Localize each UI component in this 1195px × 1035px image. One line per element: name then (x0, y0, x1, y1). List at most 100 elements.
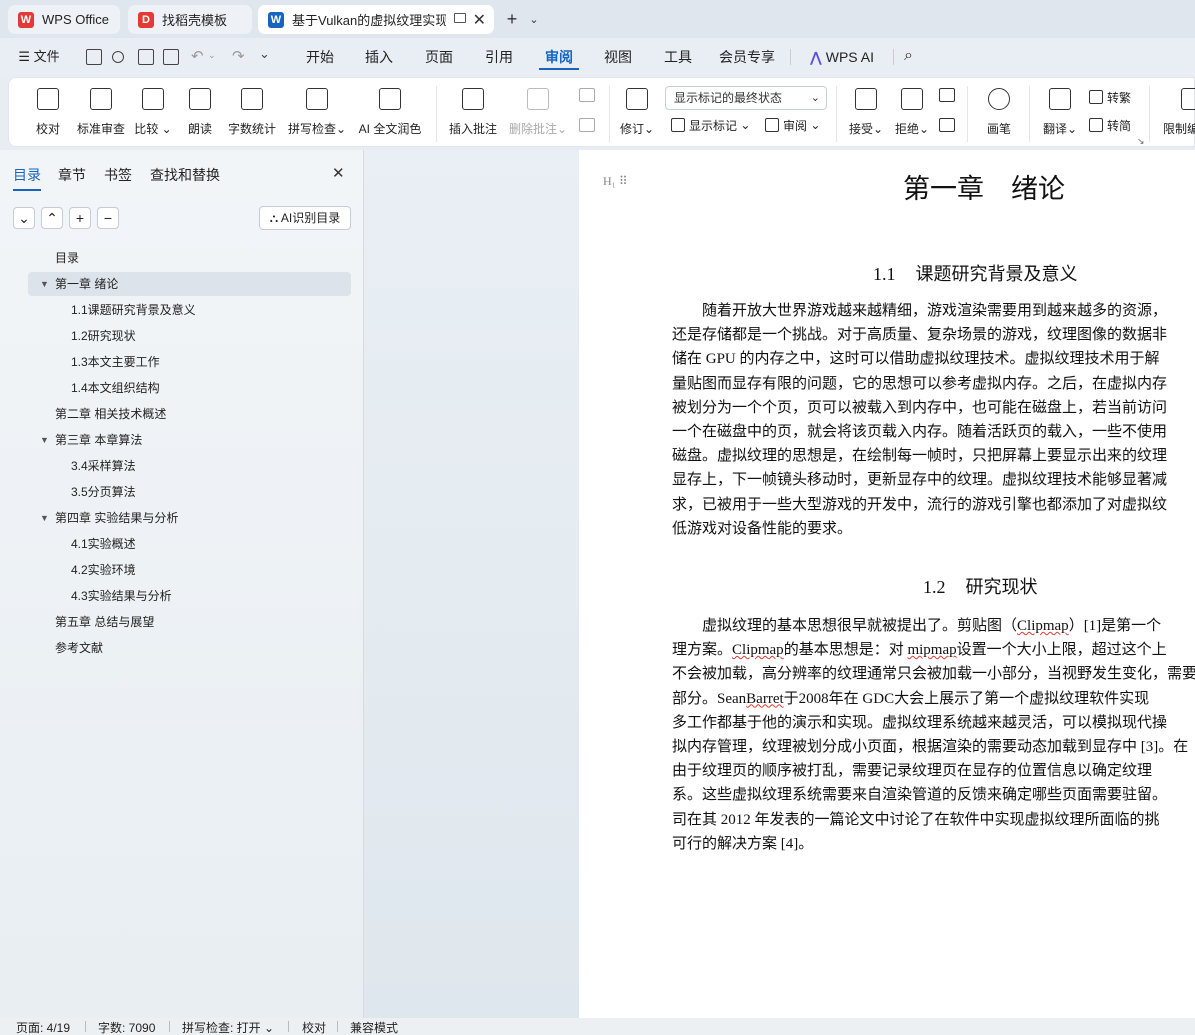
text-line: 由于纹理页的顺序被打乱，需要记录纹理页在显存的位置信息以确定纹理 (672, 759, 1195, 783)
next-change-icon[interactable] (939, 118, 955, 132)
close-pane-icon[interactable]: ✕ (332, 164, 345, 182)
toc-item[interactable]: 1.3本文主要工作 (28, 350, 351, 374)
reject-button[interactable]: 拒绝⌄ (893, 78, 931, 148)
text-line: 量贴图而显存有限的问题，它的思想可以参考虚拟内存。之后，在虚拟内存 (672, 375, 1168, 392)
tab-bar: W WPS Office D 找稻壳模板 W 基于Vulkan的虚拟纹理实现 ✕… (0, 0, 1195, 38)
menu-wps-ai[interactable]: ⋀ WPS AI (804, 38, 880, 76)
toc-item[interactable]: ▼ 第三章 本章算法 (28, 428, 351, 452)
ai-toc-label: AI识别目录 (280, 211, 341, 225)
expand-triangle-icon[interactable]: ▼ (40, 428, 49, 452)
word-count-indicator[interactable]: 字数: 7090 (98, 1019, 155, 1035)
close-tab-icon[interactable]: ✕ (473, 10, 486, 30)
new-tab-button[interactable]: + (502, 9, 522, 29)
to-simplified-button[interactable]: 转简 (1089, 115, 1131, 135)
text-segment: 不会被加载，高分辨率的纹理通常只会被加载一小部分，当视野发生变化，需要 (672, 666, 1195, 683)
toc-item[interactable]: 第五章 总结与展望 (28, 610, 351, 634)
toc-item[interactable]: ▼ 第一章 绪论 (28, 272, 351, 296)
screen-icon[interactable] (454, 13, 466, 23)
format-brush-icon[interactable] (112, 51, 124, 63)
print-icon[interactable] (138, 49, 154, 65)
print-preview-icon[interactable] (163, 49, 179, 65)
toc-item[interactable]: 第二章 相关技术概述 (28, 402, 351, 426)
page-indicator[interactable]: 页面: 4/19 (16, 1019, 70, 1035)
tab-docer-templates[interactable]: D 找稻壳模板 (128, 5, 252, 34)
toc-item[interactable]: 目录 (28, 246, 351, 270)
markup-display-select[interactable]: 显示标记的最终状态 ⌄ (665, 86, 827, 110)
toc-item[interactable]: 4.3实验结果与分析 (28, 584, 351, 608)
menu-member[interactable]: 会员专享 (714, 38, 780, 76)
wps-ai-label: WPS AI (825, 49, 874, 65)
toc-item[interactable]: ▼ 第四章 实验结果与分析 (28, 506, 351, 530)
redo-icon[interactable]: ↷ (232, 47, 245, 65)
toc-item[interactable]: 4.2实验环境 (28, 558, 351, 582)
menu-review[interactable]: 审阅 (539, 38, 579, 76)
ai-toc-button[interactable]: ⛬ AI识别目录 (259, 206, 351, 230)
toc-item[interactable]: 1.4本文组织结构 (28, 376, 351, 400)
menu-start[interactable]: 开始 (300, 38, 340, 76)
restrict-editing-button[interactable]: 限制编 (1159, 78, 1195, 148)
status-divider (169, 1021, 170, 1032)
translate-button[interactable]: 翻译⌄ (1039, 78, 1081, 148)
toc-item[interactable]: 3.4采样算法 (28, 454, 351, 478)
word-count-icon (241, 88, 263, 110)
toc-item-label: 第三章 本章算法 (55, 433, 143, 447)
expand-group-icon[interactable]: ↘ (1137, 136, 1145, 147)
toc-item[interactable]: 1.1课题研究背景及意义 (28, 298, 351, 322)
proofread-status[interactable]: 校对 (302, 1019, 326, 1035)
nav-tab-sections[interactable]: 章节 (58, 165, 86, 185)
next-comment-icon[interactable] (579, 118, 595, 132)
delete-comment-button[interactable]: 删除批注⌄ (507, 78, 569, 148)
insert-comment-button[interactable]: 插入批注 (447, 78, 499, 148)
pen-button[interactable]: 画笔 (977, 78, 1021, 148)
document-page[interactable]: H₁ ⠿ 第一章 绪论 1.1 课题研究背景及意义 随着开放大世界游戏越来越精细，… (579, 150, 1195, 1018)
menu-insert[interactable]: 插入 (359, 38, 399, 76)
proofread-button[interactable]: 校对 (29, 78, 67, 148)
tab-list-chevron-icon[interactable]: ⌄ (524, 9, 544, 29)
more-chevron-icon[interactable]: ⌄ (259, 46, 270, 62)
collapse-chevron-down-icon[interactable]: ⌄ (13, 207, 35, 229)
compare-button[interactable]: 比较 ⌄ (133, 78, 173, 148)
spell-check-button[interactable]: 拼写检查⌄ (287, 78, 347, 148)
nav-tab-toc[interactable]: 目录 (13, 165, 41, 191)
menu-tools[interactable]: 工具 (658, 38, 698, 76)
show-markup-icon (671, 118, 685, 132)
ai-polish-button[interactable]: AI 全文润色 (355, 78, 425, 148)
file-menu[interactable]: ☰ 文件 (14, 38, 64, 76)
toc-item[interactable]: 1.2研究现状 (28, 324, 351, 348)
show-markup-button[interactable]: 显示标记 ⌄ (671, 115, 750, 135)
nav-tab-find-replace[interactable]: 查找和替换 (150, 165, 220, 185)
add-heading-plus-icon[interactable]: + (69, 207, 91, 229)
delete-comment-icon (527, 88, 549, 110)
toc-item[interactable]: 参考文献 (28, 636, 351, 660)
track-changes-button[interactable]: 修订⌄ (617, 78, 657, 148)
remove-heading-minus-icon[interactable]: − (97, 207, 119, 229)
toc-item[interactable]: 4.1实验概述 (28, 532, 351, 556)
menu-reference[interactable]: 引用 (479, 38, 519, 76)
reject-icon (901, 88, 923, 110)
expand-triangle-icon[interactable]: ▼ (40, 272, 49, 296)
undo-chevron-icon[interactable]: ⌄ (208, 50, 216, 61)
word-count-button[interactable]: 字数统计 (225, 78, 279, 148)
expand-chevron-up-icon[interactable]: ⌃ (41, 207, 63, 229)
menu-view[interactable]: 视图 (598, 38, 638, 76)
proofread-label: 校对 (35, 122, 60, 136)
previous-comment-icon[interactable] (579, 88, 595, 102)
tab-wps-office[interactable]: W WPS Office (8, 5, 120, 34)
nav-tab-bookmarks[interactable]: 书签 (104, 165, 132, 185)
previous-change-icon[interactable] (939, 88, 955, 102)
undo-icon[interactable]: ↶ (191, 47, 204, 65)
standard-review-button[interactable]: 标准审查 (73, 78, 129, 148)
accept-button[interactable]: 接受⌄ (847, 78, 885, 148)
save-icon[interactable] (86, 49, 102, 65)
to-traditional-button[interactable]: 转繁 (1089, 87, 1131, 107)
menu-page[interactable]: 页面 (419, 38, 459, 76)
search-icon[interactable]: ⌕ (904, 47, 913, 65)
spell-check-status[interactable]: 拼写检查: 打开 ⌄ (182, 1019, 274, 1035)
tab-document[interactable]: W 基于Vulkan的虚拟纹理实现 ✕ (258, 5, 494, 34)
text-segment: 理方案。 (672, 642, 733, 659)
read-aloud-button[interactable]: 朗读 (181, 78, 219, 148)
compare-label: 比较 ⌄ (134, 122, 172, 136)
toc-item[interactable]: 3.5分页算法 (28, 480, 351, 504)
expand-triangle-icon[interactable]: ▼ (40, 506, 49, 530)
review-pane-button[interactable]: 审阅 ⌄ (765, 115, 820, 135)
